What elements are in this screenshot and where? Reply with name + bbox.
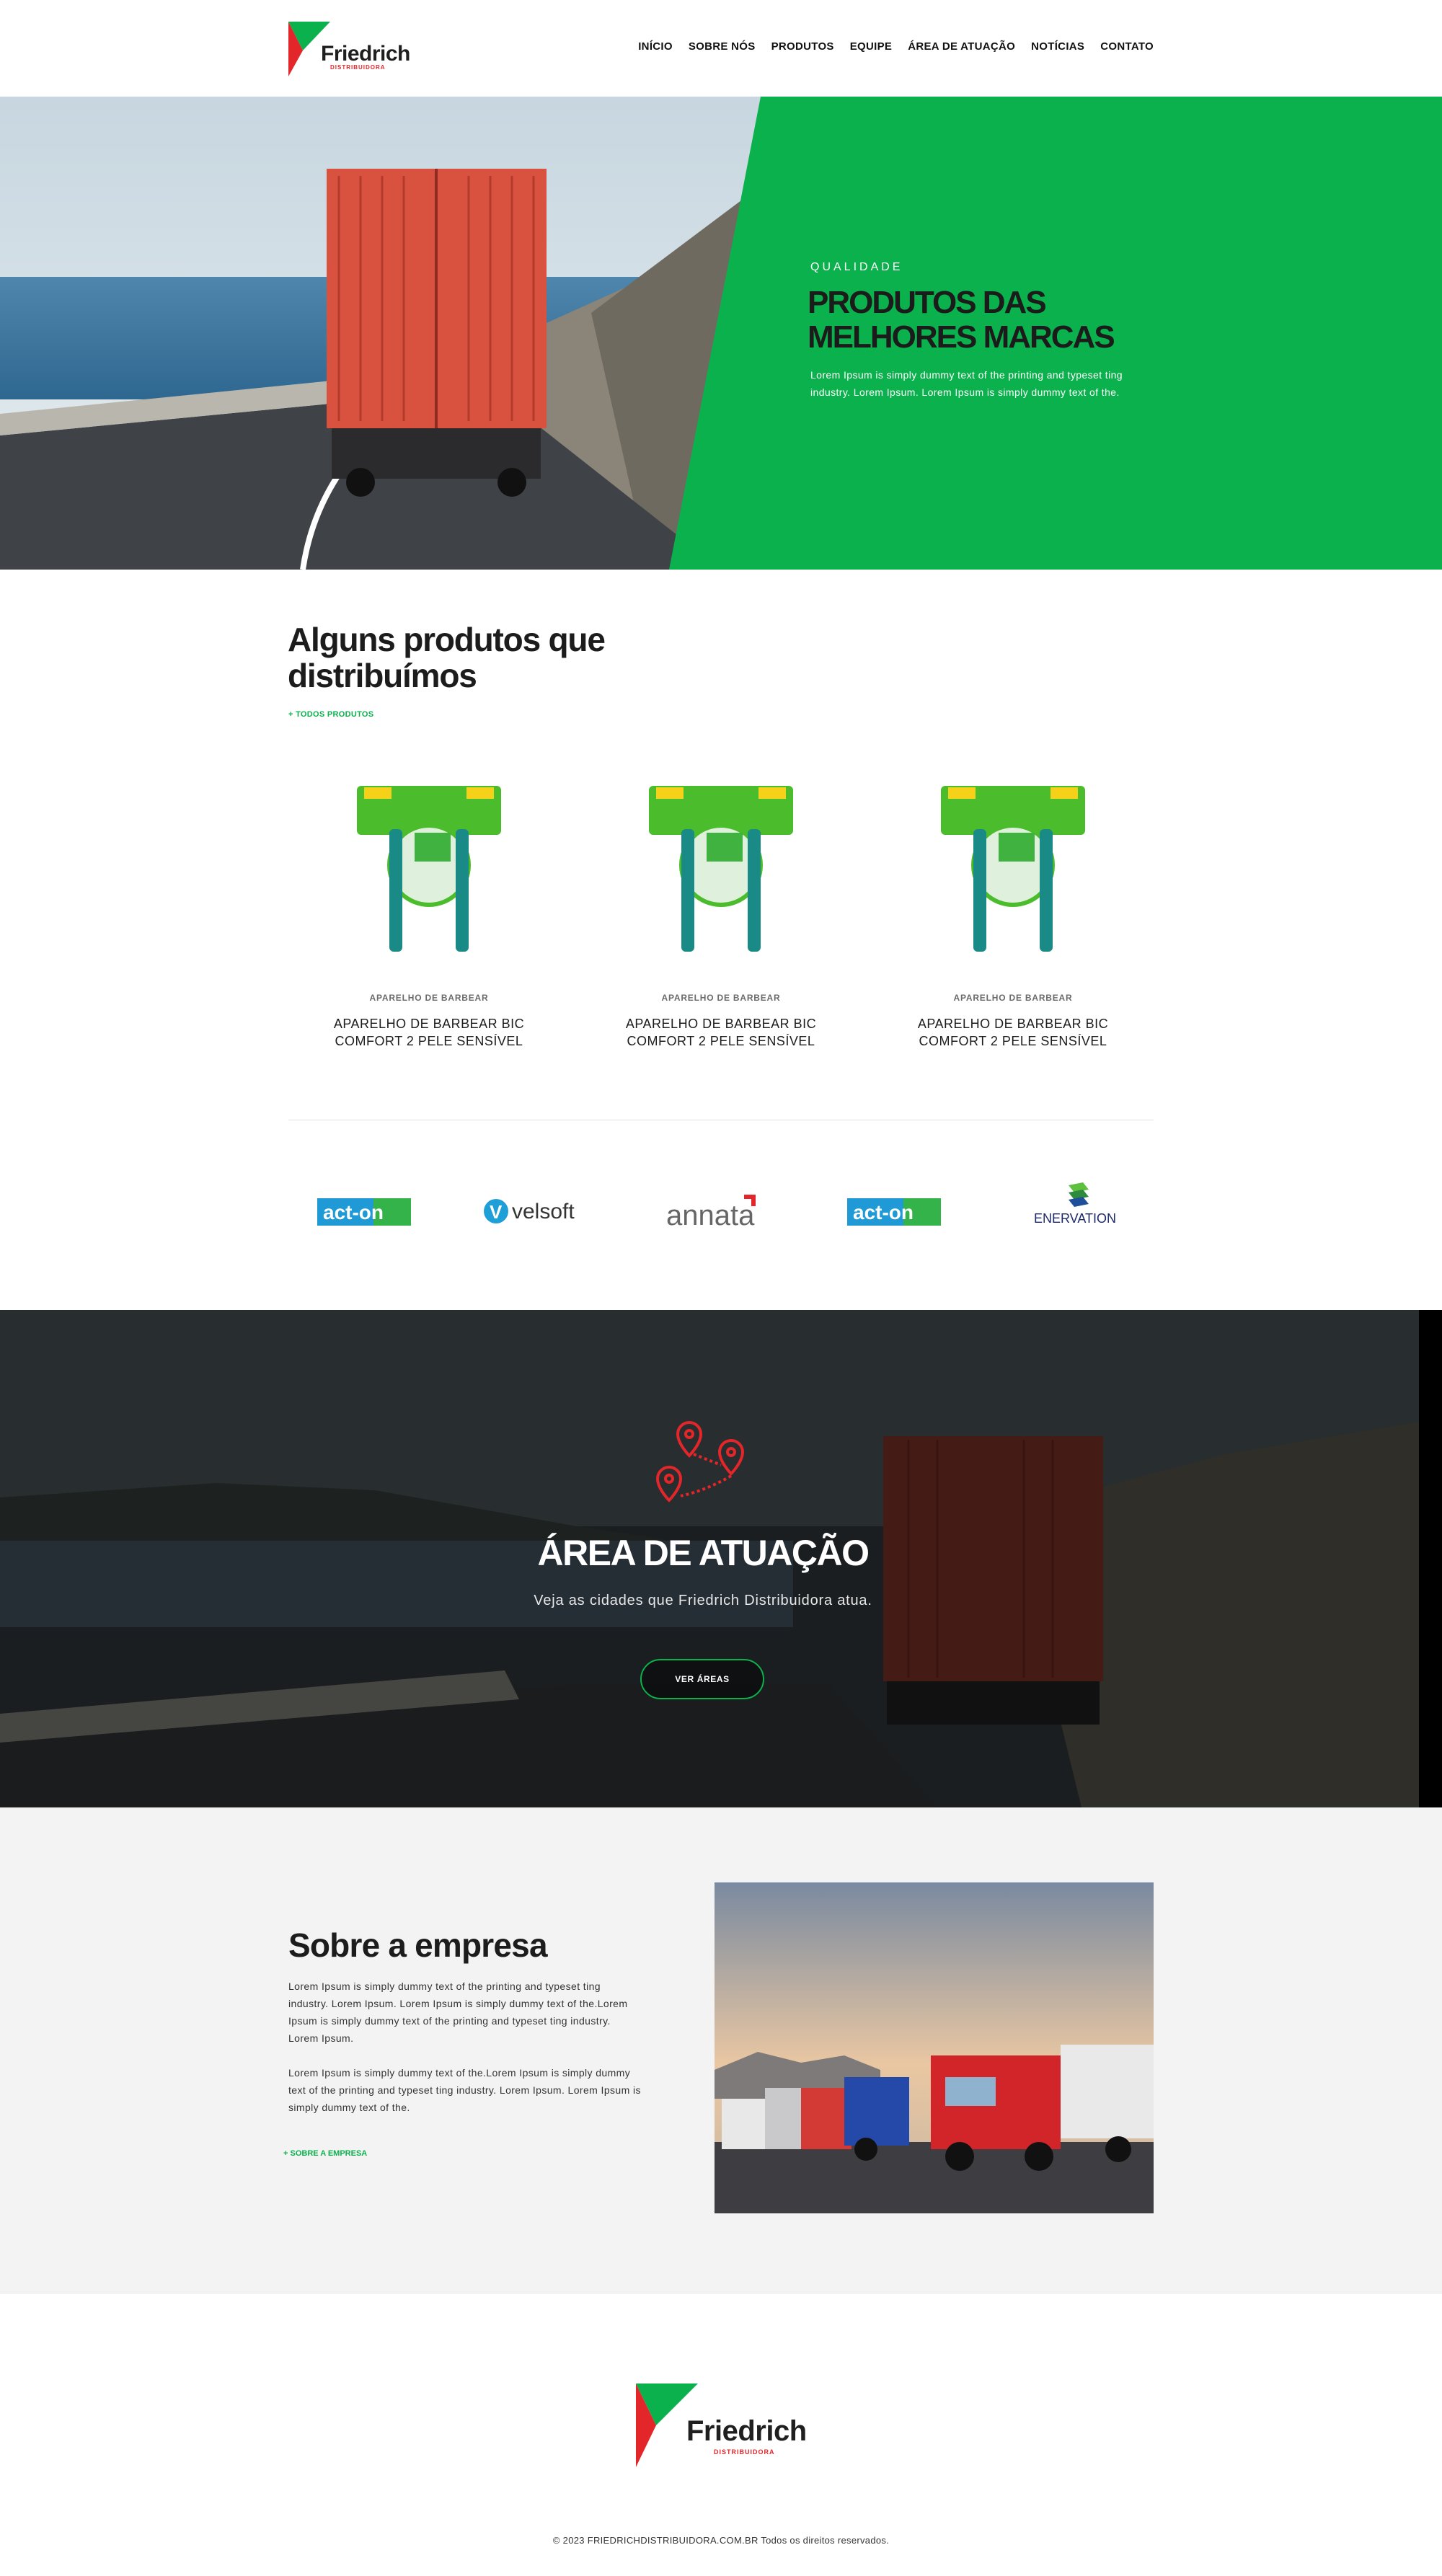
product-name: APARELHO DE BARBEAR BIC COMFORT 2 PELE S… <box>625 1017 817 1048</box>
brand-name: act-on <box>323 1201 384 1223</box>
main-nav: INÍCIO SOBRE NÓS PRODUTOS EQUIPE ÁREA DE… <box>638 40 1154 53</box>
hero-kicker: QUALIDADE <box>810 261 903 273</box>
product-image <box>357 786 501 952</box>
product-card[interactable]: APARELHO DE BARBEAR APARELHO DE BARBEAR … <box>872 779 1154 1067</box>
brand-logo-act-on[interactable]: act-on <box>310 1179 418 1244</box>
site-header: Friedrich DISTRIBUIDORA INÍCIO SOBRE NÓS… <box>0 0 1442 97</box>
product-image <box>649 786 793 952</box>
product-category: APARELHO DE BARBEAR <box>369 993 489 1003</box>
all-products-link[interactable]: + TODOS PRODUTOS <box>288 710 373 719</box>
brand-logo-velsoft[interactable]: V velsoft <box>476 1179 598 1244</box>
about-title: Sobre a empresa <box>288 1926 548 1964</box>
product-card[interactable]: APARELHO DE BARBEAR APARELHO DE BARBEAR … <box>288 779 570 1067</box>
act-on-logo-icon: act-on <box>317 1198 411 1226</box>
product-category: APARELHO DE BARBEAR <box>661 993 781 1003</box>
products-section-title: Alguns produtos que distribuímos <box>288 621 606 694</box>
footer-logo-subtitle: DISTRIBUIDORA <box>714 2448 775 2456</box>
hero-truck-image <box>0 97 1442 570</box>
about-paragraph: Lorem Ipsum is simply dummy text of the … <box>288 1980 628 2044</box>
svg-text:V: V <box>490 1201 503 1223</box>
hero-banner: QUALIDADE PRODUTOS DAS MELHORES MARCAS L… <box>0 97 1442 570</box>
nav-inicio[interactable]: INÍCIO <box>638 40 673 53</box>
product-name: APARELHO DE BARBEAR BIC COMFORT 2 PELE S… <box>333 1017 525 1048</box>
act-on-logo-icon: act-on <box>847 1198 941 1226</box>
nav-noticias[interactable]: NOTÍCIAS <box>1031 40 1084 53</box>
nav-area-de-atuacao[interactable]: ÁREA DE ATUAÇÃO <box>908 40 1015 53</box>
annata-logo-icon: annata <box>666 1195 756 1229</box>
brand-logo-enervation[interactable]: ENERVATION <box>1024 1179 1132 1244</box>
hero-title: PRODUTOS DAS MELHORES MARCAS <box>808 285 1115 355</box>
area-title: ÁREA DE ATUAÇÃO <box>537 1533 870 1573</box>
nav-contato[interactable]: CONTATO <box>1100 40 1154 53</box>
product-name: APARELHO DE BARBEAR BIC COMFORT 2 PELE S… <box>917 1017 1109 1048</box>
brand-name: velsoft <box>512 1200 575 1223</box>
product-category: APARELHO DE BARBEAR <box>953 993 1073 1003</box>
brand-logo-act-on[interactable]: act-on <box>840 1179 948 1244</box>
nav-sobre-nos[interactable]: SOBRE NÓS <box>689 40 756 53</box>
logo[interactable]: Friedrich DISTRIBUIDORA <box>288 22 418 76</box>
enervation-logo-icon: ENERVATION <box>1034 1182 1116 1226</box>
copyright: © 2023 FRIEDRICHDISTRIBUIDORA.COM.BR Tod… <box>552 2535 890 2546</box>
brand-name: annata <box>666 1200 755 1229</box>
nav-produtos[interactable]: PRODUTOS <box>771 40 834 53</box>
logo-subtitle: DISTRIBUIDORA <box>330 64 386 71</box>
about-section: Sobre a empresa Lorem Ipsum is simply du… <box>0 1807 1442 2294</box>
nav-equipe[interactable]: EQUIPE <box>850 40 892 53</box>
product-card[interactable]: APARELHO DE BARBEAR APARELHO DE BARBEAR … <box>580 779 862 1067</box>
view-areas-button[interactable]: VER ÁREAS <box>640 1659 764 1699</box>
logo-name: Friedrich <box>321 42 410 66</box>
hero-text: Lorem Ipsum is simply dummy text of the … <box>810 369 1123 398</box>
product-image <box>941 786 1085 952</box>
brand-name: ENERVATION <box>1034 1211 1116 1226</box>
footer-logo-name: Friedrich <box>686 2415 807 2447</box>
brand-logo-annata[interactable]: annata <box>656 1179 771 1244</box>
velsoft-logo-icon: V velsoft <box>484 1199 575 1223</box>
about-trucks-image <box>715 1882 1154 2213</box>
footer-logo[interactable]: Friedrich DISTRIBUIDORA <box>634 2382 808 2469</box>
area-subtitle: Veja as cidades que Friedrich Distribuid… <box>534 1593 872 1608</box>
brand-name: act-on <box>853 1201 914 1223</box>
about-company-link[interactable]: + SOBRE A EMPRESA <box>283 2149 367 2158</box>
area-section: ÁREA DE ATUAÇÃO Veja as cidades que Frie… <box>0 1310 1442 1807</box>
about-paragraph: Lorem Ipsum is simply dummy text of the.… <box>288 2067 641 2113</box>
